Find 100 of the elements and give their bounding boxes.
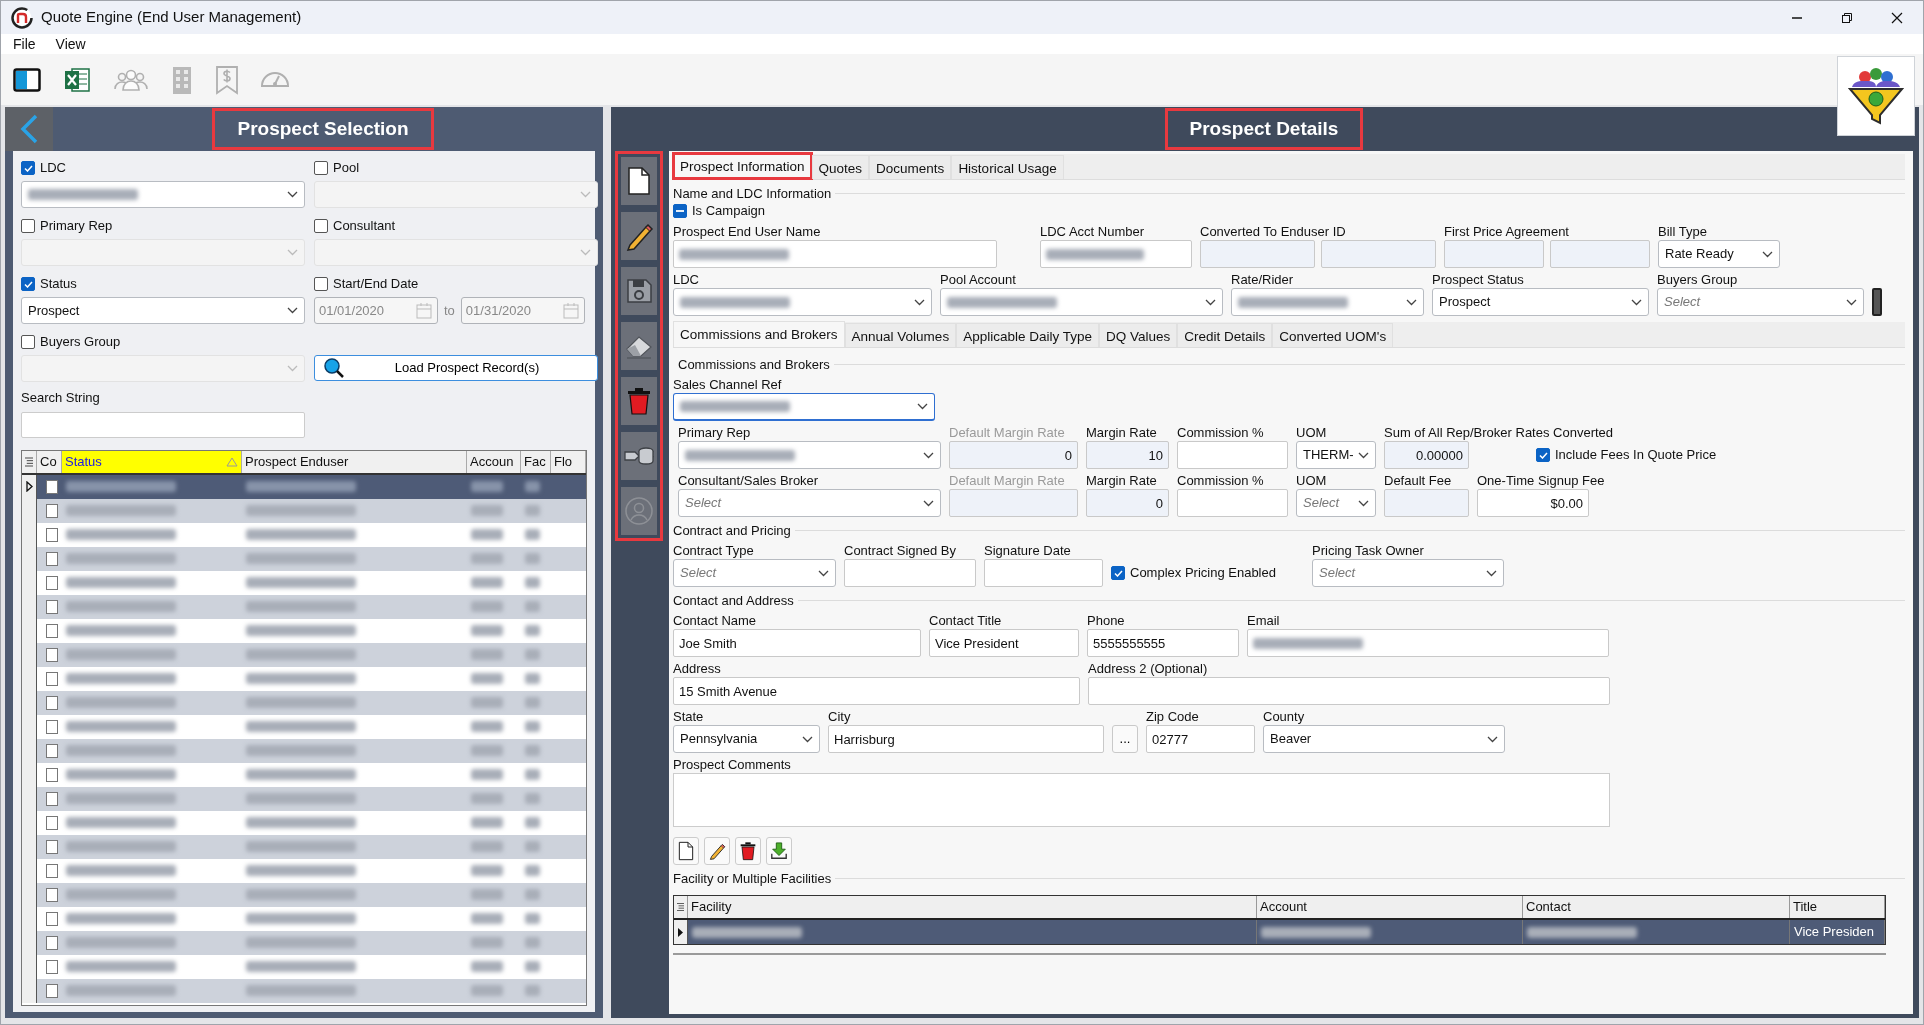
checkbox[interactable] [46,863,58,878]
column-header[interactable]: Title [1790,896,1885,918]
dropdown[interactable]: THERM- [1296,441,1376,469]
dropdown[interactable] [673,393,935,421]
text-field[interactable]: 0 [1086,489,1169,517]
column-header[interactable]: Flo [551,450,586,473]
dropdown[interactable] [940,288,1223,316]
dropdown[interactable]: Prospect [1432,288,1649,316]
checkbox[interactable] [46,839,58,854]
checkbox[interactable] [46,623,58,638]
checkbox[interactable] [46,503,58,518]
toolbar-button[interactable] [621,157,657,205]
text-area[interactable] [673,773,1610,827]
dropdown[interactable]: Select [678,489,941,517]
tab[interactable]: Documents [869,155,952,179]
checkbox[interactable] [46,575,58,590]
checkbox[interactable] [46,695,58,710]
dropdown[interactable]: Pennsylvania [673,725,820,753]
checkbox[interactable] [1111,566,1125,580]
tab[interactable]: DQ Values [1098,323,1178,347]
checkbox[interactable] [46,527,58,542]
tab[interactable]: Quotes [811,155,870,179]
tab[interactable]: Annual Volumes [844,323,957,347]
tab[interactable]: Converted UOM's [1272,323,1394,347]
tab[interactable]: Prospect Information [673,153,812,179]
text-field[interactable] [1177,489,1288,517]
dropdown[interactable]: Select [1657,288,1864,316]
checkbox[interactable] [46,671,58,686]
text-field[interactable] [1040,240,1192,268]
cut-off-button[interactable] [1872,288,1882,316]
text-field[interactable] [1444,240,1544,268]
checkbox[interactable] [46,815,58,830]
dropdown[interactable]: Prospect [21,297,305,324]
checkbox[interactable] [46,935,58,950]
tab[interactable]: Historical Usage [951,155,1064,179]
checkbox[interactable] [46,479,58,494]
checkbox[interactable] [46,719,58,734]
checkbox[interactable] [1536,448,1550,462]
dropdown[interactable]: Select [1296,489,1376,517]
dropdown[interactable] [673,288,932,316]
load-button[interactable]: Load Prospect Record(s) [314,355,598,381]
text-field[interactable]: $0.00 [1477,489,1589,517]
text-field[interactable]: 10 [1086,441,1169,469]
text-field[interactable] [1247,629,1609,657]
checkbox[interactable] [46,911,58,926]
text-field[interactable] [1550,240,1650,268]
text-field[interactable]: 02777 [1146,725,1255,753]
column-header[interactable]: Prospect Enduser [242,450,467,473]
restore-button[interactable] [1841,11,1853,24]
checkbox[interactable] [46,647,58,662]
checkbox[interactable] [46,551,58,566]
checkbox[interactable] [46,743,58,758]
dropdown[interactable]: Beaver [1263,725,1505,753]
dropdown[interactable]: Select [1312,559,1504,587]
text-field[interactable]: 5555555555 [1087,629,1239,657]
ellipsis-button[interactable]: ... [1112,725,1138,753]
minimize-button[interactable] [1791,16,1803,19]
text-field[interactable]: Joe Smith [673,629,921,657]
checkbox[interactable] [673,204,687,218]
dropdown[interactable] [678,441,941,469]
column-header[interactable]: Status [62,450,242,473]
menu-item[interactable]: File [11,33,38,55]
search-field[interactable] [21,411,305,438]
text-field[interactable]: 15 Smith Avenue [673,677,1080,705]
text-field[interactable] [1088,677,1610,705]
table-row[interactable] [22,474,586,499]
text-field[interactable]: 0.00000 [1384,441,1469,469]
column-header[interactable]: Fac [521,450,551,473]
dropdown[interactable] [21,181,305,208]
column-header[interactable]: Account [1257,896,1523,918]
text-field[interactable] [844,559,976,587]
text-field[interactable] [1200,240,1315,268]
text-field[interactable] [1177,441,1288,469]
close-button[interactable] [1891,11,1903,24]
back-button[interactable] [5,107,53,151]
text-field[interactable] [673,240,997,268]
tab[interactable]: Commissions and Brokers [673,321,845,347]
dropdown[interactable] [1231,288,1424,316]
toolbar-button[interactable] [13,67,41,92]
table-row[interactable]: Vice Presiden [674,920,1885,944]
checkbox[interactable] [46,767,58,782]
column-header[interactable]: Contact [1523,896,1790,918]
logo-button[interactable] [1837,56,1915,136]
table-row[interactable] [22,498,586,523]
dropdown[interactable]: Rate Ready [1658,240,1780,268]
tab[interactable]: Credit Details [1177,323,1273,347]
text-field[interactable] [984,559,1103,587]
checkbox[interactable] [46,599,58,614]
tab[interactable]: Applicable Daily Type [956,323,1099,347]
column-header[interactable]: Facility [688,896,1257,918]
checkbox[interactable] [46,887,58,902]
checkbox[interactable] [21,277,35,291]
dropdown[interactable]: Select [673,559,836,587]
checkbox[interactable] [46,959,58,974]
text-field[interactable] [1384,489,1469,517]
column-header[interactable]: Accoun [467,450,521,473]
checkbox[interactable] [46,791,58,806]
checkbox[interactable] [46,983,58,998]
text-field[interactable]: Harrisburg [828,725,1104,753]
text-field[interactable] [1321,240,1436,268]
